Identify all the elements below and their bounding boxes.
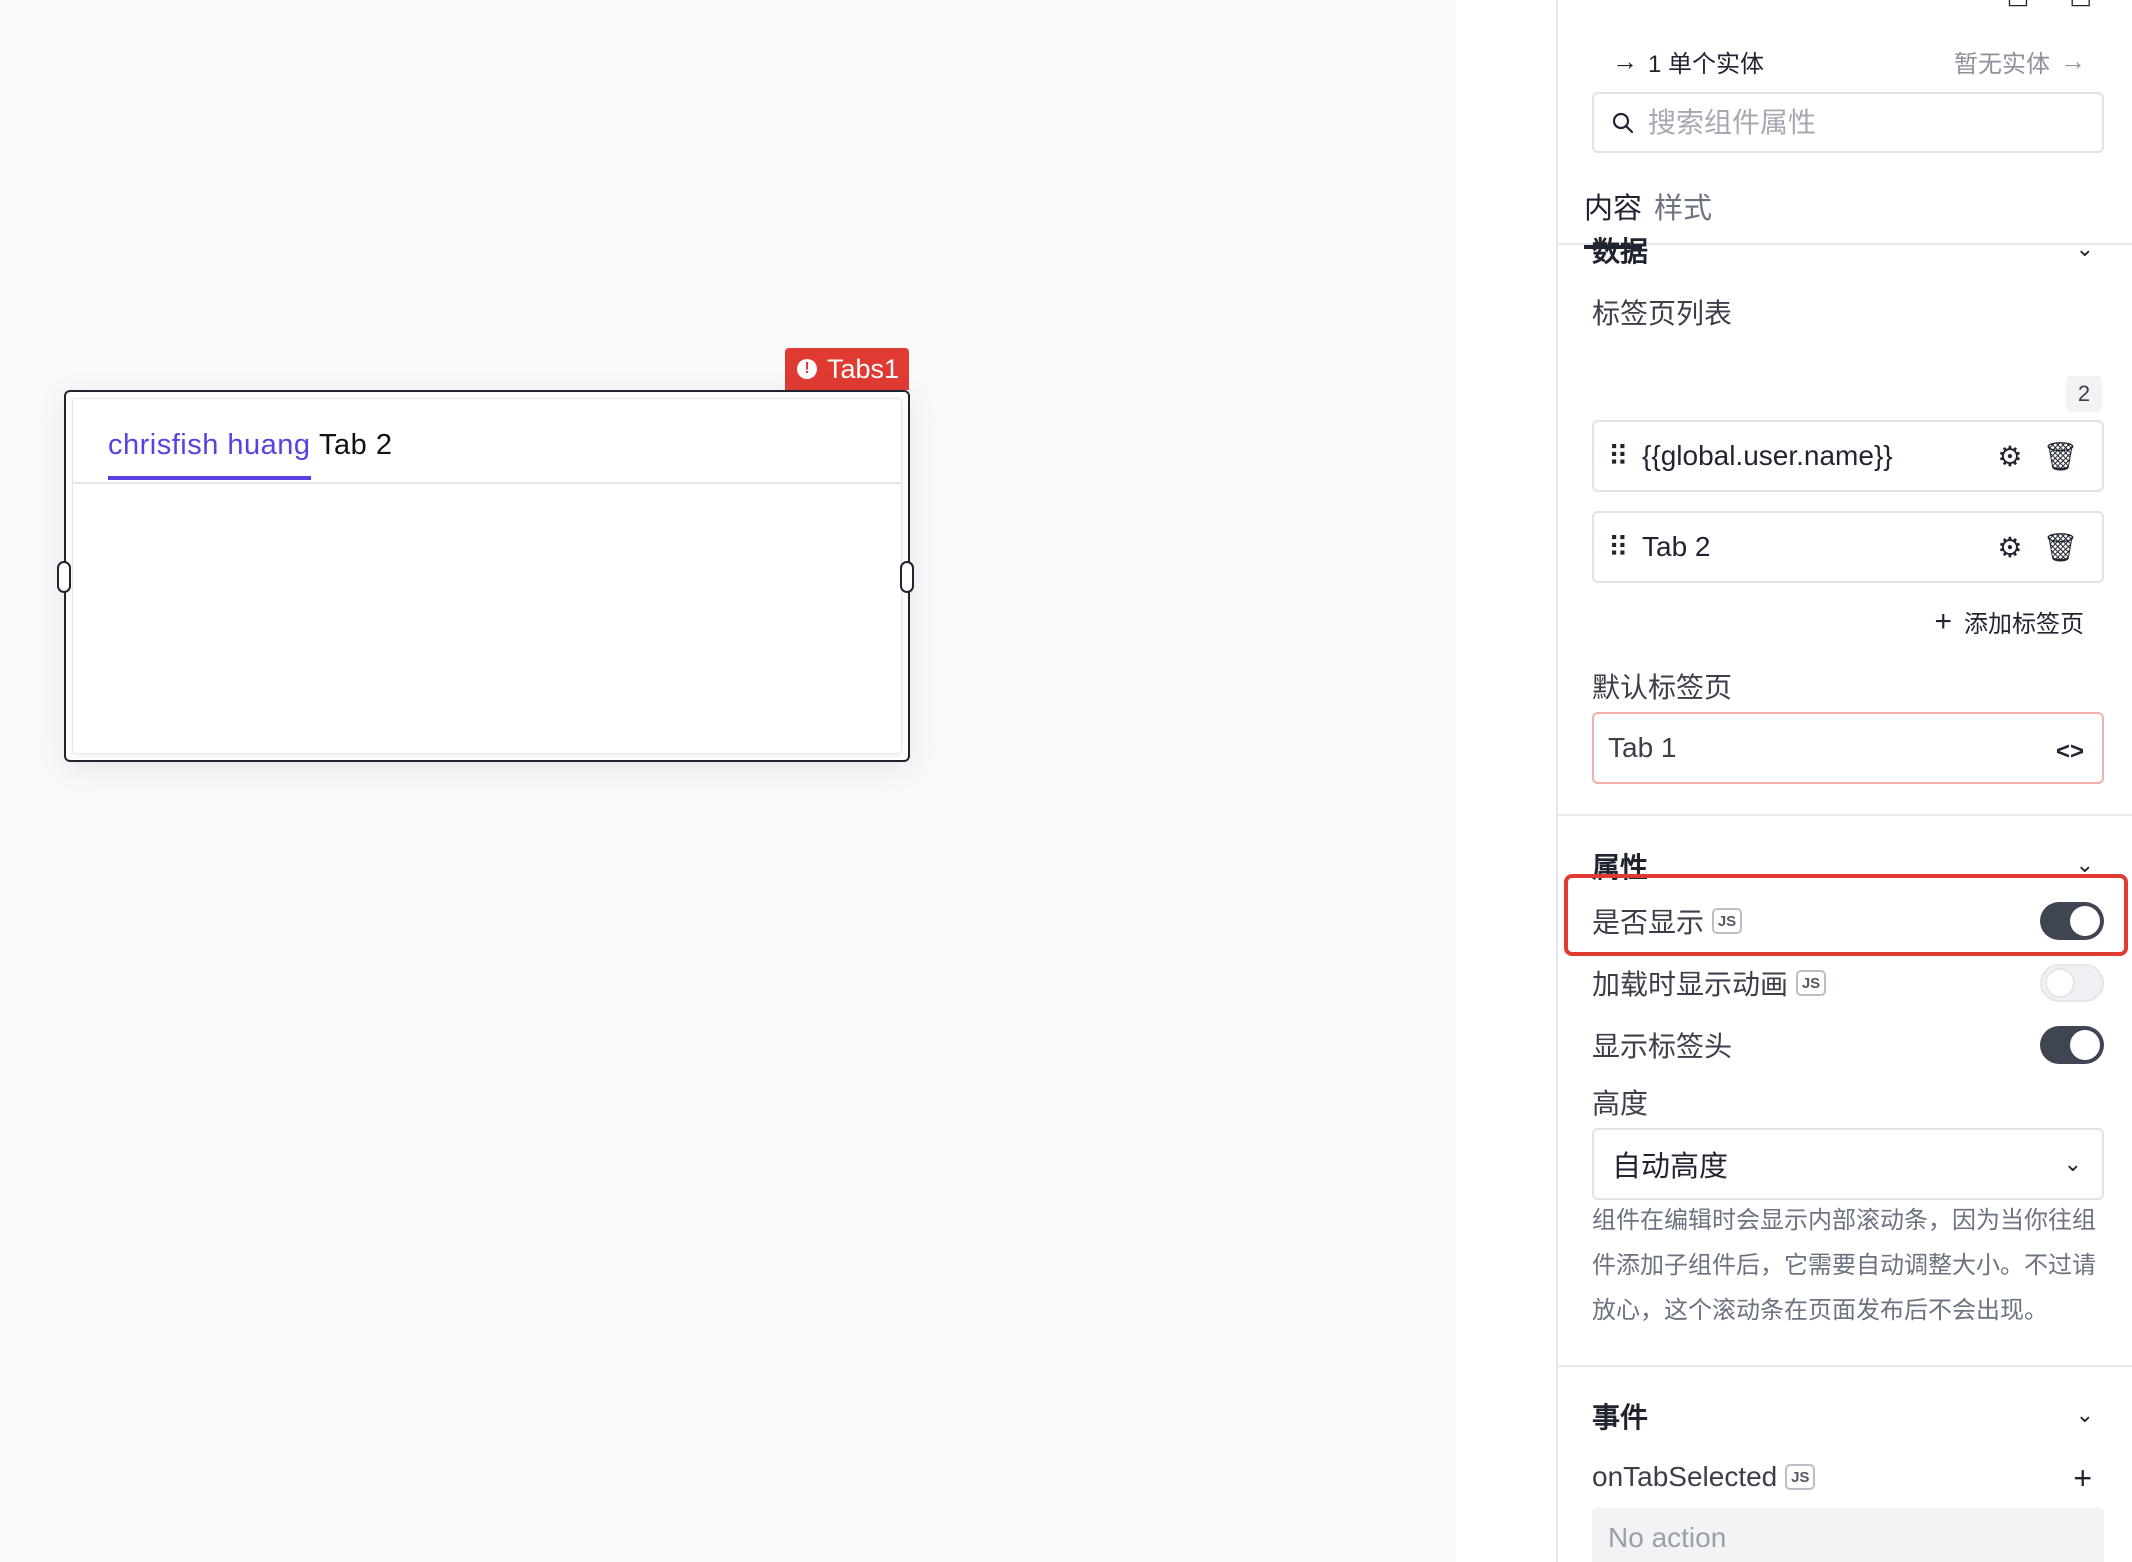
default-tab-label: 默认标签页 [1592,672,1733,703]
chevron-down-icon[interactable]: ⌄ [2076,236,2094,262]
section-events-title[interactable]: 事件 [1592,1396,1648,1436]
chevron-down-icon: ⌄ [2063,1151,2082,1176]
widget-tab-1[interactable]: chrisfish huang [108,429,311,480]
default-tab-value: Tab 1 [1608,732,1677,763]
tabs-widget-header: chrisfish huang Tab 2 [73,399,901,484]
tab-list-item[interactable]: ⠿ Tab 2 ⚙ 🗑 [1592,511,2104,583]
arrow-right-icon: → [1612,46,1638,76]
js-badge[interactable]: JS [1712,908,1743,934]
add-event-icon[interactable]: + [2073,1460,2092,1497]
settings-icon[interactable]: ⚙ [1997,440,2022,473]
entity-right-link[interactable]: 暂无实体 → [1954,44,2086,79]
panel-top-icons: ▭ ▭ [2007,0,2092,15]
entity-left-label: 1 单个实体 [1648,51,1765,78]
resize-handle-left[interactable] [57,561,71,593]
widget-tab-2[interactable]: Tab 2 [319,429,392,476]
drag-handle-icon[interactable]: ⠿ [1608,440,1634,473]
height-value: 自动高度 [1612,1151,1729,1183]
visible-toggle[interactable] [2040,902,2104,940]
search-icon [1612,112,1634,133]
show-header-label: 显示标签头 [1592,1031,1733,1062]
section-data-title[interactable]: 数据 [1592,230,1648,270]
plus-icon: + [1934,604,1952,638]
chevron-down-icon[interactable]: ⌄ [2076,1402,2094,1428]
js-badge[interactable]: JS [1785,1464,1816,1490]
trash-icon[interactable]: 🗑 [2042,440,2078,473]
settings-icon[interactable]: ⚙ [1997,531,2022,564]
editor-canvas[interactable]: ! Tabs1 chrisfish huang Tab 2 [0,0,1456,1562]
no-action-item[interactable]: No action [1592,1508,2104,1562]
help-line: 组件在编辑时会显示内部滚动条，因为当你往组 [1592,1207,2096,1234]
entity-link[interactable]: → 1 单个实体 [1612,44,1764,79]
copy-icon[interactable]: ▭ [2007,0,2030,15]
tabs-widget[interactable]: chrisfish huang Tab 2 [64,390,910,762]
tab-item-label: Tab 2 [1642,531,1711,562]
widget-name: Tabs1 [827,353,900,384]
search-input[interactable] [1648,106,2088,139]
tabs-widget-body: chrisfish huang Tab 2 [72,398,902,754]
section-divider [1558,814,2132,816]
delete-widget-icon[interactable]: ▭ [2069,0,2092,15]
animate-toggle[interactable] [2040,964,2104,1002]
visible-label: 是否显示 [1592,907,1705,938]
property-panel: ▭ ▭ → 1 单个实体 暂无实体 → 内容 样式 数据 ⌄ 标签页列表 2 [1556,0,2132,1562]
tab-style[interactable]: 样式 [1654,185,1712,245]
tab-item-label: {{global.user.name}} [1642,440,1893,471]
tab-list-label: 标签页列表 [1592,298,1733,329]
show-header-toggle[interactable] [2040,1026,2104,1064]
default-tab-input[interactable]: Tab 1 <> [1592,712,2104,784]
resize-handle-right[interactable] [900,561,914,593]
tab-count-badge: 2 [2066,376,2102,412]
prop-header-row: 显示标签头 [1592,1020,2104,1070]
entity-right-label: 暂无实体 [1954,51,2050,78]
height-select[interactable]: 自动高度 ⌄ [1592,1128,2104,1200]
code-icon[interactable]: <> [2056,738,2084,766]
section-divider [1558,1365,2132,1367]
prop-animate-row: 加载时显示动画 JS [1592,958,2104,1008]
help-line: 放心，这个滚动条在页面发布后不会出现。 [1592,1297,2048,1324]
event-row: onTabSelected JS [1592,1452,2104,1502]
prop-visible-row: 是否显示 JS [1592,896,2104,946]
help-line: 件添加子组件后，它需要自动调整大小。不过请 [1592,1252,2096,1279]
js-badge[interactable]: JS [1796,970,1827,996]
event-name: onTabSelected [1592,1461,1778,1492]
canvas-gutter [1456,0,1556,1562]
arrow-right-icon: → [2060,46,2086,76]
tab-list-item[interactable]: ⠿ {{global.user.name}} ⚙ 🗑 [1592,420,2104,492]
search-box[interactable] [1592,92,2104,153]
widget-name-tag[interactable]: ! Tabs1 [785,348,910,390]
drag-handle-icon[interactable]: ⠿ [1608,531,1634,564]
trash-icon[interactable]: 🗑 [2042,531,2078,564]
no-action-label: No action [1608,1522,1727,1553]
height-label: 高度 [1592,1088,1649,1119]
app-root: ! Tabs1 chrisfish huang Tab 2 ▭ ▭ → 1 单个… [0,0,2132,1562]
error-icon: ! [797,359,817,379]
animate-label: 加载时显示动画 [1592,969,1789,1000]
height-help-text: 组件在编辑时会显示内部滚动条，因为当你往组 件添加子组件后，它需要自动调整大小。… [1592,1198,2112,1333]
add-tab-button[interactable]: + 添加标签页 [1934,604,2084,639]
add-tab-label: 添加标签页 [1964,611,2084,638]
